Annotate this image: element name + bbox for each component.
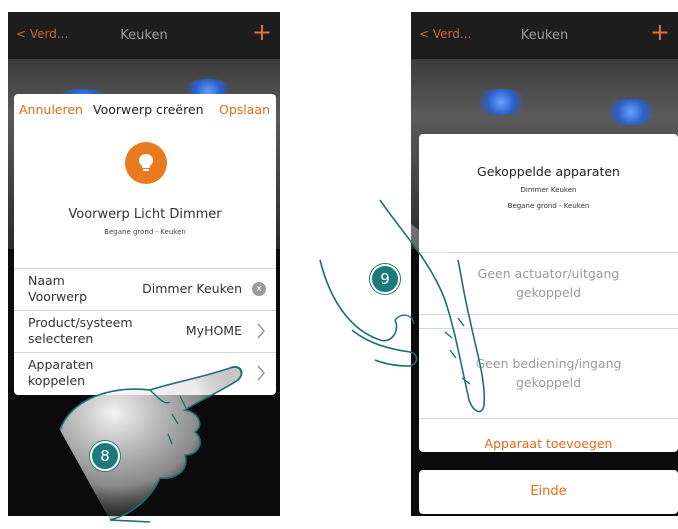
step-badge: 9: [370, 264, 400, 294]
step-badge: 8: [90, 441, 120, 471]
